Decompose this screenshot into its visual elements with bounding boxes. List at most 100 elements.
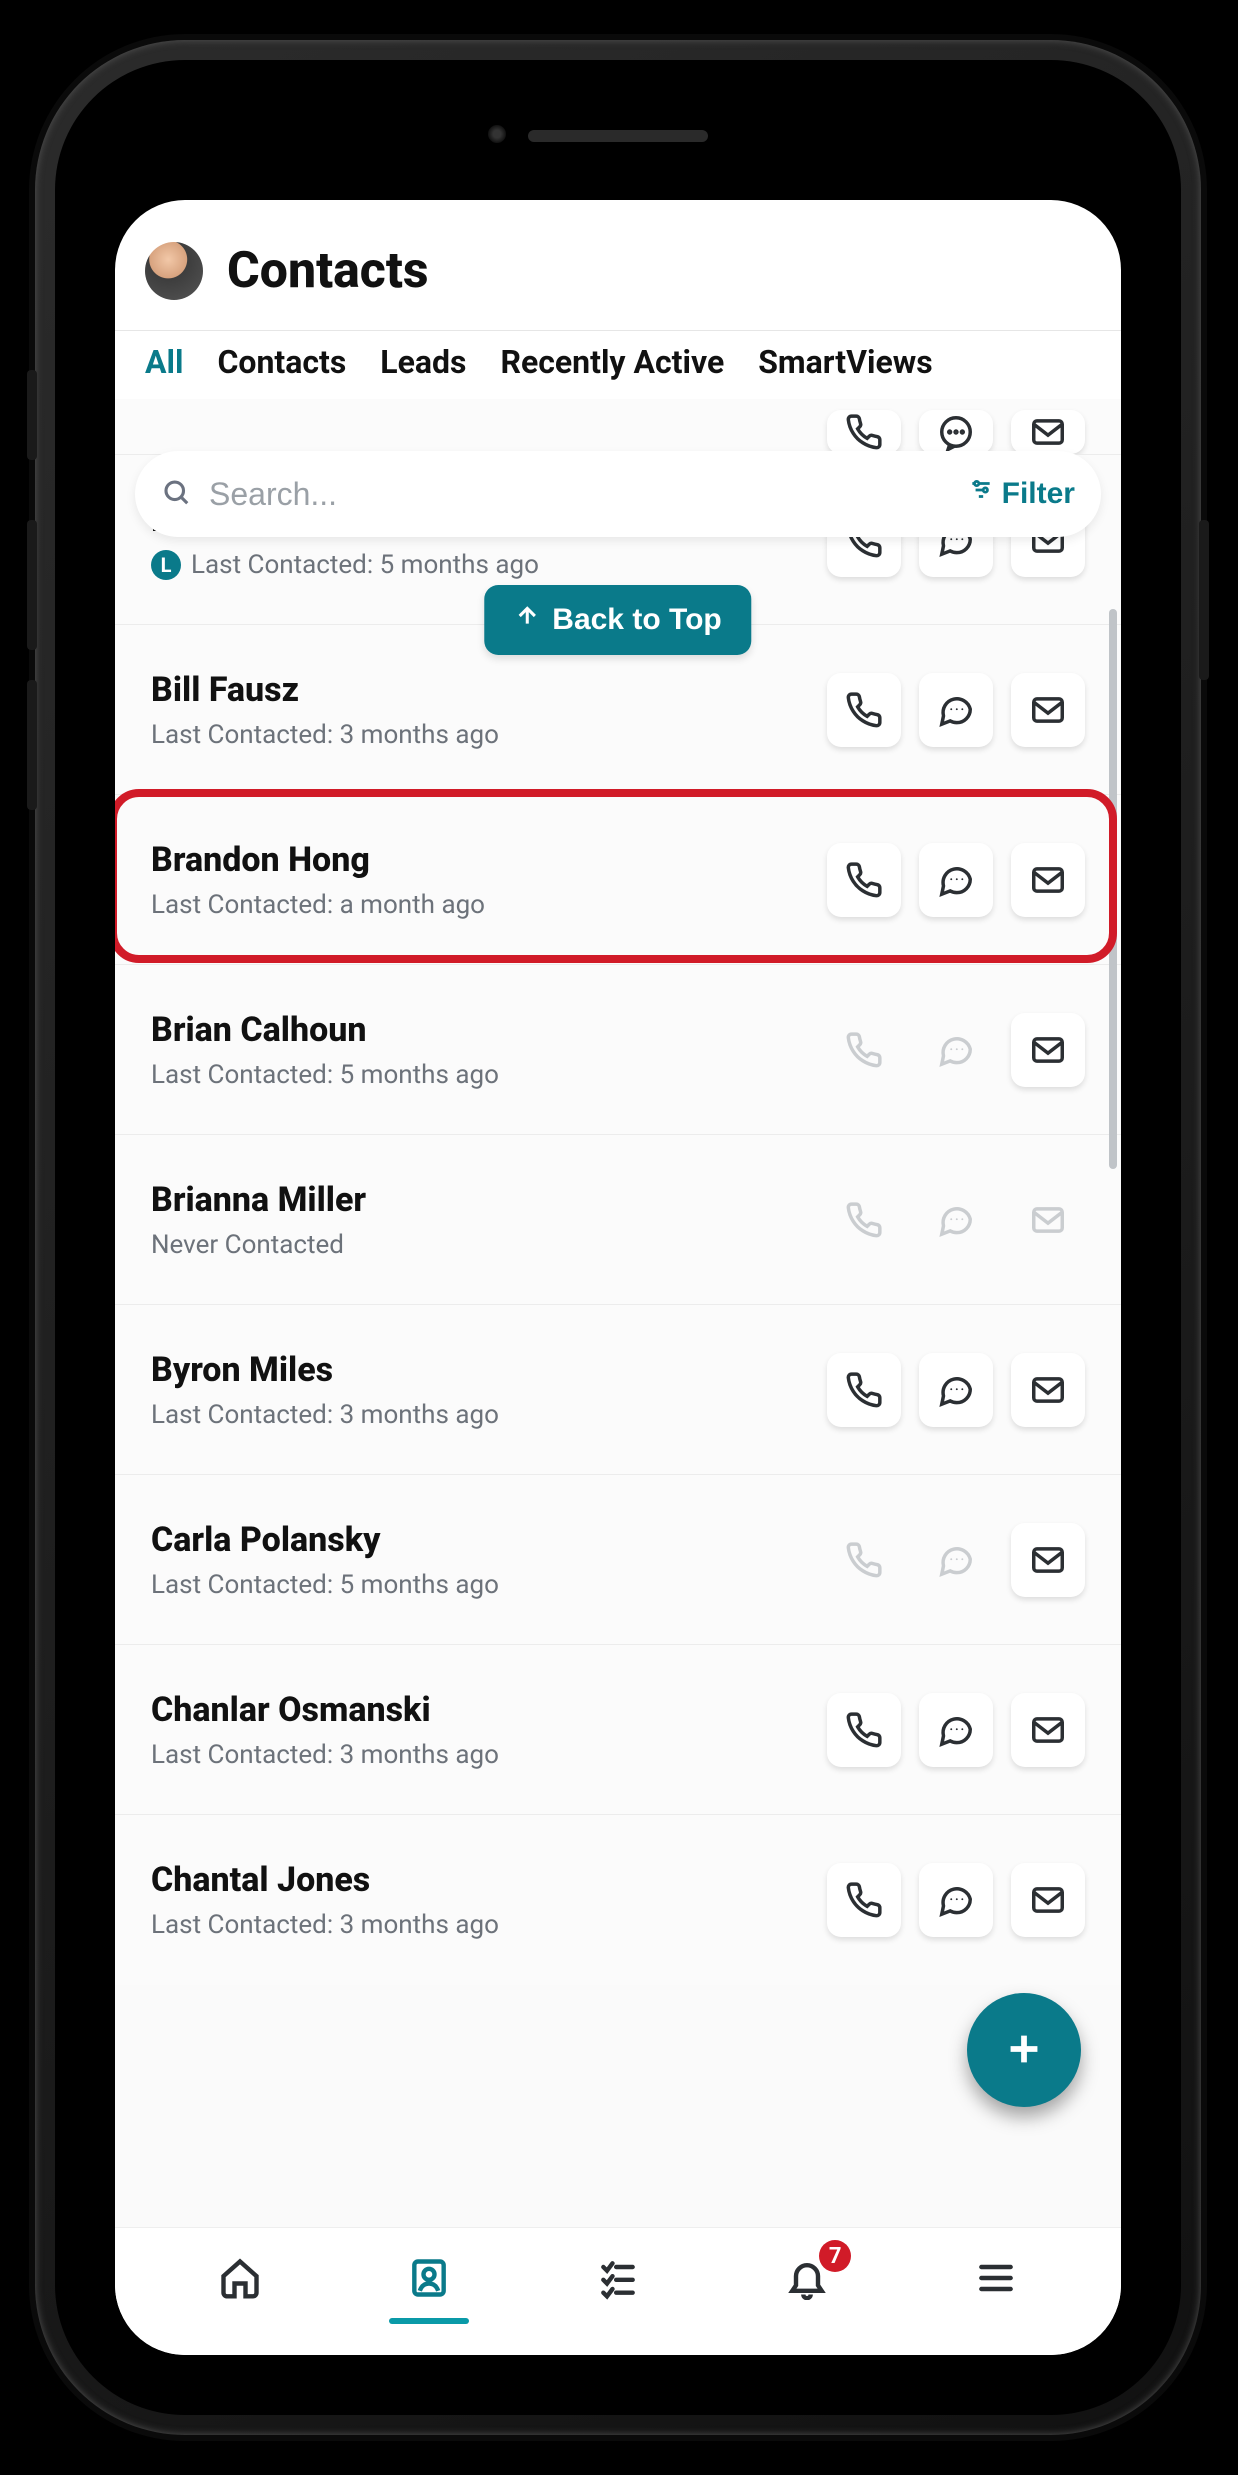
contacts-list-area: Beth Ravin Bill Jones L	[115, 399, 1121, 2227]
contact-name: Chantal Jones	[151, 1860, 827, 1900]
contact-meta-text: Never Contacted	[151, 1230, 344, 1260]
plus-icon	[1001, 2026, 1047, 2075]
contact-name: Brianna Miller	[151, 1180, 827, 1220]
tab-all[interactable]: All	[145, 343, 183, 381]
contact-meta-text: Last Contacted: 5 months ago	[151, 1570, 499, 1600]
text-button[interactable]	[919, 410, 993, 454]
contact-meta-text: Last Contacted: 5 months ago	[191, 550, 539, 580]
text-button	[919, 1013, 993, 1087]
call-button[interactable]	[827, 843, 901, 917]
text-button	[919, 1183, 993, 1257]
nav-menu[interactable]	[966, 2250, 1026, 2310]
scrollbar-thumb[interactable]	[1109, 609, 1117, 1169]
nav-home[interactable]	[210, 2250, 270, 2310]
contact-meta: Last Contacted: 3 months ago	[151, 1740, 827, 1770]
call-button	[827, 1013, 901, 1087]
call-button[interactable]	[827, 673, 901, 747]
filter-button[interactable]: Filter	[968, 477, 1075, 511]
contacts-scroll[interactable]: Beth Ravin Bill Jones L	[115, 399, 1121, 2227]
call-button	[827, 1523, 901, 1597]
contact-name: Brandon Hong	[151, 840, 827, 880]
email-button[interactable]	[1011, 1013, 1085, 1087]
email-button	[1011, 1183, 1085, 1257]
contact-row[interactable]: Beth Ravin	[115, 399, 1121, 455]
contact-meta: Last Contacted: 3 months ago	[151, 720, 827, 750]
home-icon	[218, 2256, 262, 2304]
email-button[interactable]	[1011, 1863, 1085, 1937]
call-button[interactable]	[827, 1693, 901, 1767]
search-bar: Filter	[135, 451, 1101, 537]
contact-actions	[827, 673, 1085, 747]
filter-label: Filter	[1002, 477, 1075, 511]
notifications-badge: 7	[819, 2240, 851, 2272]
back-to-top-label: Back to Top	[552, 603, 721, 637]
bottom-nav: 7	[115, 2227, 1121, 2355]
contact-actions	[827, 410, 1085, 454]
tab-contacts[interactable]: Contacts	[217, 343, 346, 381]
contacts-icon	[407, 2256, 451, 2304]
contact-name: Bill Fausz	[151, 670, 827, 710]
text-button	[919, 1523, 993, 1597]
contact-row[interactable]: Brian Calhoun Last Contacted: 5 months a…	[115, 965, 1121, 1135]
app-header: Contacts	[115, 200, 1121, 330]
email-button[interactable]	[1011, 1693, 1085, 1767]
call-button[interactable]	[827, 1863, 901, 1937]
contact-meta: Last Contacted: 3 months ago	[151, 1400, 827, 1430]
tabs-row: All Contacts Leads Recently Active Smart…	[115, 330, 1121, 399]
email-button[interactable]	[1011, 673, 1085, 747]
add-button[interactable]	[967, 1993, 1081, 2107]
nav-notifications[interactable]: 7	[777, 2250, 837, 2310]
nav-tasks[interactable]	[588, 2250, 648, 2310]
contact-row[interactable]: Carla Polansky Last Contacted: 5 months …	[115, 1475, 1121, 1645]
call-button[interactable]	[827, 410, 901, 454]
contact-actions	[827, 1523, 1085, 1597]
tab-leads[interactable]: Leads	[380, 343, 466, 381]
menu-icon	[974, 2256, 1018, 2304]
contact-actions	[827, 1183, 1085, 1257]
contact-meta-text: Last Contacted: 3 months ago	[151, 1910, 499, 1940]
tasks-icon	[596, 2256, 640, 2304]
contact-row[interactable]: Chantal Jones Last Contacted: 3 months a…	[115, 1815, 1121, 1985]
contact-meta: L Last Contacted: 5 months ago	[151, 550, 827, 580]
contact-name: Brian Calhoun	[151, 1010, 827, 1050]
contact-meta: Last Contacted: 5 months ago	[151, 1060, 827, 1090]
text-button[interactable]	[919, 673, 993, 747]
contact-row[interactable]: Brianna Miller Never Contacted	[115, 1135, 1121, 1305]
contact-name: Byron Miles	[151, 1350, 827, 1390]
contact-actions	[827, 1353, 1085, 1427]
contact-actions	[827, 843, 1085, 917]
call-button[interactable]	[827, 1353, 901, 1427]
contact-meta: Last Contacted: 3 months ago	[151, 1910, 827, 1940]
text-button[interactable]	[919, 1353, 993, 1427]
arrow-up-icon	[514, 603, 540, 637]
contact-meta: Never Contacted	[151, 1230, 827, 1260]
contact-name: Chanlar Osmanski	[151, 1690, 827, 1730]
email-button[interactable]	[1011, 843, 1085, 917]
contact-actions	[827, 1863, 1085, 1937]
search-input[interactable]	[209, 476, 968, 513]
page-title: Contacts	[227, 242, 429, 300]
tab-smartviews[interactable]: SmartViews	[758, 343, 932, 381]
contact-actions	[827, 1693, 1085, 1767]
email-button[interactable]	[1011, 1353, 1085, 1427]
contact-row[interactable]: Byron Miles Last Contacted: 3 months ago	[115, 1305, 1121, 1475]
contact-meta: Last Contacted: a month ago	[151, 890, 827, 920]
tab-recently-active[interactable]: Recently Active	[500, 343, 724, 381]
back-to-top-button[interactable]: Back to Top	[484, 585, 751, 655]
contact-row[interactable]: Chanlar Osmanski Last Contacted: 3 month…	[115, 1645, 1121, 1815]
nav-contacts[interactable]	[399, 2250, 459, 2310]
contact-meta-text: Last Contacted: 3 months ago	[151, 1400, 499, 1430]
call-button	[827, 1183, 901, 1257]
contact-meta-text: Last Contacted: a month ago	[151, 890, 485, 920]
filter-icon	[968, 477, 994, 511]
text-button[interactable]	[919, 1863, 993, 1937]
contact-row[interactable]: Brandon Hong Last Contacted: a month ago	[115, 795, 1121, 965]
text-button[interactable]	[919, 1693, 993, 1767]
text-button[interactable]	[919, 843, 993, 917]
avatar[interactable]	[145, 242, 203, 300]
contact-meta-text: Last Contacted: 3 months ago	[151, 720, 499, 750]
contact-meta: Last Contacted: 5 months ago	[151, 1570, 827, 1600]
email-button[interactable]	[1011, 410, 1085, 454]
search-icon	[161, 477, 191, 511]
email-button[interactable]	[1011, 1523, 1085, 1597]
